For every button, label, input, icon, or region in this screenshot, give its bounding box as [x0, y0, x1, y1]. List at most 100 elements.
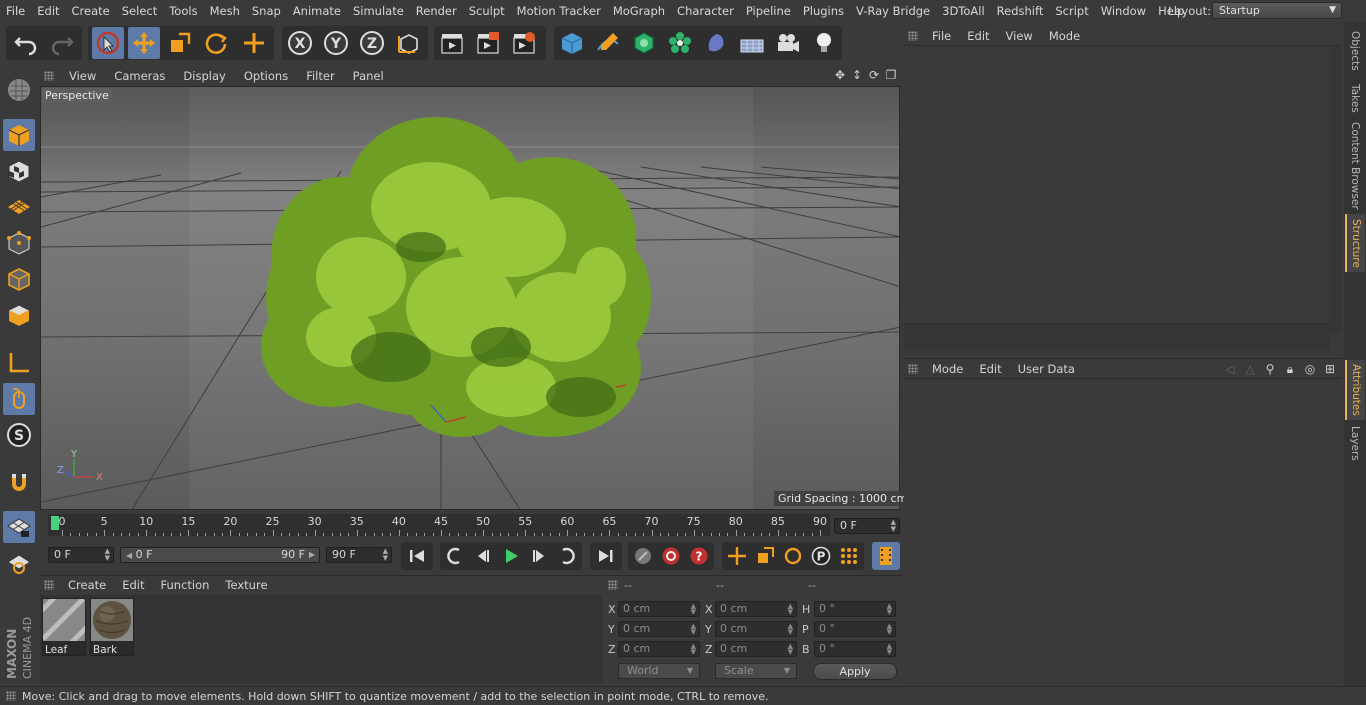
spinner-arrows-icon[interactable]: ▲ ▼ — [788, 643, 793, 656]
move-tool-button[interactable] — [128, 27, 160, 59]
recent-tool-button[interactable] — [238, 27, 270, 59]
render-view-button[interactable] — [436, 27, 468, 59]
menu-create[interactable]: Create — [66, 0, 116, 22]
viewport-menu-panel[interactable]: Panel — [344, 69, 393, 83]
menu-pipeline[interactable]: Pipeline — [740, 0, 797, 22]
attribute-menu-edit[interactable]: Edit — [971, 362, 1009, 376]
panel-grip-icon[interactable] — [908, 30, 918, 41]
dolly-view-icon[interactable]: ↕ — [850, 68, 864, 82]
z-axis-button[interactable]: Z — [356, 27, 388, 59]
size-x-field[interactable]: 0 cm ▲ ▼ — [715, 601, 797, 617]
pan-view-icon[interactable]: ✥ — [833, 68, 847, 82]
end-frame-field[interactable]: 90 F ▲ ▼ — [326, 547, 392, 563]
deformer-button[interactable] — [700, 27, 732, 59]
tab-takes[interactable]: Takes — [1345, 78, 1365, 118]
perspective-viewport[interactable]: Y X Z — [40, 86, 900, 510]
frame-range-slider[interactable]: ◀ 0 F 90 F ▶ — [120, 547, 320, 563]
rotation-track-button[interactable] — [780, 544, 806, 568]
spinner-arrows-icon[interactable]: ▲ ▼ — [691, 603, 696, 616]
light-button[interactable] — [808, 27, 840, 59]
viewport-menu-options[interactable]: Options — [235, 69, 297, 83]
model-mode-button[interactable] — [3, 119, 35, 151]
pos-y-field[interactable]: 0 cm ▲ ▼ — [618, 621, 700, 637]
maximize-view-icon[interactable]: ❐ — [884, 68, 898, 82]
redo-button[interactable] — [46, 27, 78, 59]
menu-character[interactable]: Character — [671, 0, 740, 22]
tab-structure[interactable]: Structure — [1345, 214, 1365, 272]
timeline-playhead[interactable] — [51, 516, 59, 530]
subdivision-surface-button[interactable] — [628, 27, 660, 59]
lock-icon[interactable]: 🔒︎ — [1282, 361, 1298, 377]
spinner-arrows-icon[interactable]: ▲ ▼ — [887, 603, 892, 616]
rot-b-field[interactable]: 0 ° ▲ ▼ — [814, 641, 896, 657]
keyframe-selection-button[interactable]: ? — [686, 544, 712, 568]
apply-button[interactable]: Apply — [813, 663, 897, 680]
rot-p-field[interactable]: 0 ° ▲ ▼ — [814, 621, 896, 637]
tab-attributes[interactable]: Attributes — [1345, 360, 1365, 420]
workplane-lock-button[interactable] — [3, 511, 35, 543]
undo-button[interactable] — [10, 27, 42, 59]
y-axis-button[interactable]: Y — [320, 27, 352, 59]
menu-edit[interactable]: Edit — [31, 0, 65, 22]
position-track-button[interactable] — [724, 544, 750, 568]
current-frame-field[interactable]: 0 F ▲ ▼ — [834, 518, 900, 534]
menu-mesh[interactable]: Mesh — [204, 0, 246, 22]
material-menu-edit[interactable]: Edit — [114, 578, 152, 592]
menu-motion-tracker[interactable]: Motion Tracker — [511, 0, 607, 22]
next-frame-button[interactable] — [526, 544, 552, 568]
menu-simulate[interactable]: Simulate — [347, 0, 410, 22]
material-swatch-bark[interactable]: Bark — [90, 598, 134, 656]
viewport-menu-view[interactable]: View — [60, 69, 105, 83]
coordinate-mode-select[interactable]: World ▼ — [618, 663, 700, 679]
spinner-arrows-icon[interactable]: ▲ ▼ — [887, 623, 892, 636]
object-list-horizontal-scrollbar[interactable] — [904, 323, 1330, 351]
timeline-ruler[interactable]: 0 5 10 15 20 25 30 35 40 45 50 55 60 65 70 75 80 85 90 — [48, 514, 830, 536]
snap-button[interactable] — [3, 467, 35, 499]
object-list[interactable] — [904, 47, 1330, 322]
layout-select[interactable]: Startup ▼ — [1212, 2, 1342, 19]
material-menu-function[interactable]: Function — [153, 578, 218, 592]
material-menu-texture[interactable]: Texture — [217, 578, 275, 592]
timeline-window-button[interactable] — [873, 544, 899, 568]
autokeying-button[interactable] — [658, 544, 684, 568]
attribute-menu-user-data[interactable]: User Data — [1010, 362, 1083, 376]
menu-animate[interactable]: Animate — [287, 0, 347, 22]
spinner-arrows-icon[interactable]: ▲ ▼ — [691, 643, 696, 656]
live-selection-button[interactable] — [92, 27, 124, 59]
camera-button[interactable] — [772, 27, 804, 59]
panel-grip-icon[interactable] — [908, 363, 918, 374]
spinner-arrows-icon[interactable]: ▲ ▼ — [788, 623, 793, 636]
panel-grip-icon[interactable] — [6, 691, 16, 701]
rotate-tool-button[interactable] — [200, 27, 232, 59]
size-z-field[interactable]: 0 cm ▲ ▼ — [715, 641, 797, 657]
points-mode-button[interactable] — [3, 227, 35, 259]
pen-spline-button[interactable] — [592, 27, 624, 59]
panel-grip-icon[interactable] — [44, 580, 54, 590]
menu-tools[interactable]: Tools — [163, 0, 203, 22]
spinner-arrows-icon[interactable]: ▲ ▼ — [891, 519, 896, 533]
previous-key-button[interactable] — [442, 544, 468, 568]
material-swatch-leaf[interactable]: Leaf — [31, 587, 97, 656]
planar-workplane-button[interactable] — [3, 547, 35, 579]
floor-button[interactable] — [736, 27, 768, 59]
workplane-mode-button[interactable] — [3, 191, 35, 223]
panel-grip-icon[interactable] — [608, 580, 618, 590]
pos-x-field[interactable]: 0 cm ▲ ▼ — [618, 601, 700, 617]
menu-redshift[interactable]: Redshift — [991, 0, 1050, 22]
object-menu-file[interactable]: File — [924, 29, 959, 43]
cube-object-button[interactable] — [556, 27, 588, 59]
target-icon[interactable]: ◎ — [1302, 361, 1318, 377]
menu-vray-bridge[interactable]: V-Ray Bridge — [850, 0, 936, 22]
menu-snap[interactable]: Snap — [246, 0, 287, 22]
menu-file[interactable]: File — [0, 0, 31, 22]
texture-mode-button[interactable] — [3, 155, 35, 187]
rotate-view-icon[interactable]: ⟳ — [867, 68, 881, 82]
menu-mograph[interactable]: MoGraph — [607, 0, 671, 22]
menu-render[interactable]: Render — [410, 0, 463, 22]
panel-grip-icon[interactable] — [44, 70, 54, 81]
pos-z-field[interactable]: 0 cm ▲ ▼ — [618, 641, 700, 657]
tab-objects[interactable]: Objects — [1345, 26, 1365, 76]
size-mode-select[interactable]: Scale ▼ — [715, 663, 797, 679]
edges-mode-button[interactable] — [3, 263, 35, 295]
render-settings-button[interactable] — [508, 27, 540, 59]
